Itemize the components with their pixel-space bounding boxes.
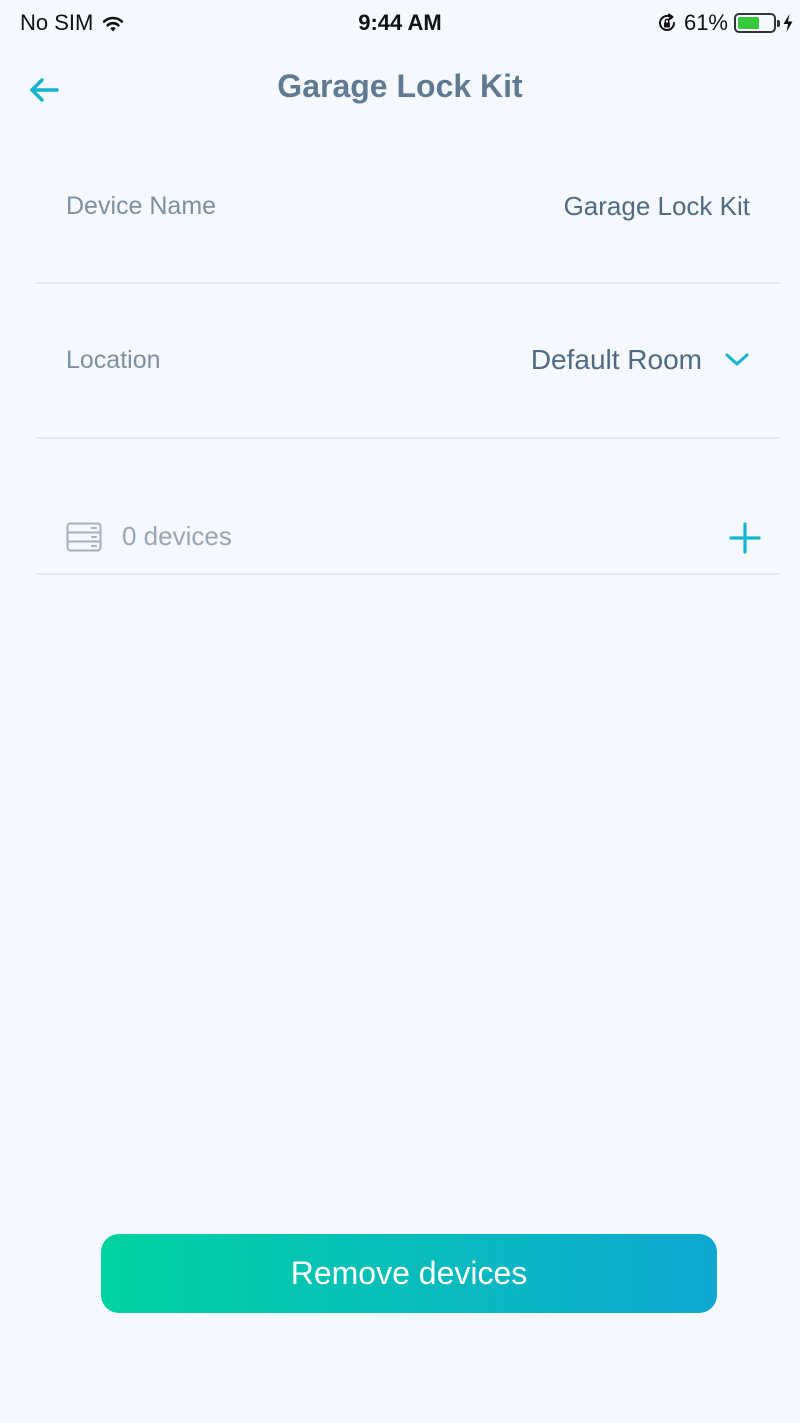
status-right: 61% <box>656 10 794 36</box>
plus-icon[interactable] <box>728 521 762 555</box>
battery-icon <box>734 13 780 33</box>
location-row[interactable]: Location Default Room <box>36 284 780 439</box>
battery-percent: 61% <box>683 10 728 35</box>
nav-bar: Garage Lock Kit <box>0 52 800 128</box>
device-name-value[interactable]: Garage Lock Kit <box>564 191 750 222</box>
devices-info: 0 devices <box>66 521 232 552</box>
chevron-down-icon <box>725 353 749 366</box>
status-bar: No SIM 9:44 AM 61% <box>0 0 800 52</box>
charging-icon <box>783 14 793 32</box>
device-name-row[interactable]: Device Name Garage Lock Kit <box>36 130 780 284</box>
device-list-icon <box>66 522 102 551</box>
orientation-lock-icon <box>658 13 675 31</box>
remove-devices-button[interactable]: Remove devices <box>101 1234 717 1313</box>
battery-fill <box>738 17 759 29</box>
device-name-label: Device Name <box>66 192 217 220</box>
location-label: Location <box>66 346 161 374</box>
page-title: Garage Lock Kit <box>277 68 523 104</box>
location-value: Default Room <box>530 344 702 375</box>
devices-count: 0 devices <box>122 521 232 551</box>
devices-row: 0 devices <box>36 439 780 575</box>
location-dropdown[interactable]: Default Room <box>531 344 750 376</box>
